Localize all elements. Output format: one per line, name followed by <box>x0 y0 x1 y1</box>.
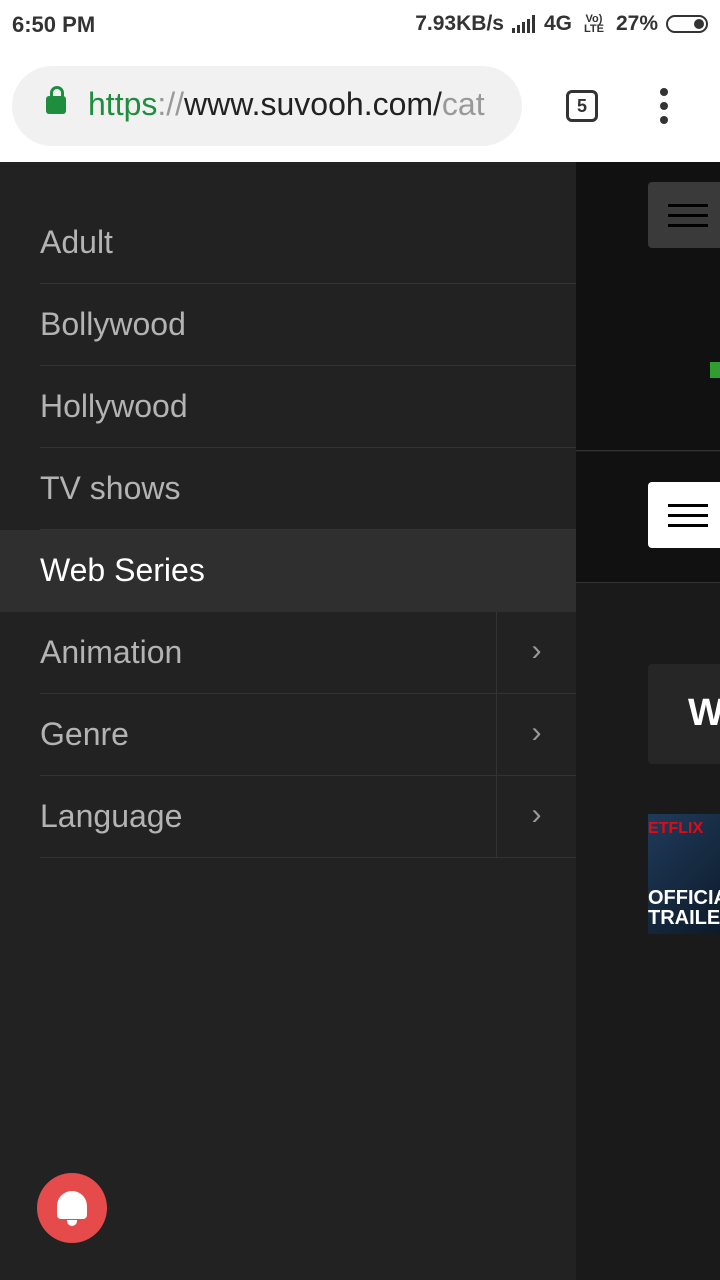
address-bar[interactable]: https://www.suvooh.com/cat <box>12 66 522 146</box>
menu-item-label: Genre <box>40 716 129 752</box>
thumb-brand: ETFLIX <box>648 820 704 837</box>
network-speed: 7.93KB/s <box>415 12 504 35</box>
status-bar: 6:50 PM 7.93KB/s 4G Vo) LTE 27% <box>0 0 720 52</box>
signal-icon <box>511 15 536 33</box>
menu-item-web-series[interactable]: Web Series <box>0 530 576 612</box>
chevron-right-icon[interactable]: › <box>496 694 576 776</box>
hamburger-icon[interactable] <box>648 482 720 548</box>
chevron-right-icon[interactable]: › <box>496 612 576 694</box>
menu-item-label: Adult <box>40 224 113 260</box>
menu-item-genre[interactable]: Genre › <box>0 694 576 776</box>
section-title-letter: W <box>688 692 720 734</box>
overflow-menu-icon[interactable] <box>658 88 670 128</box>
thumb-caption: OFFICIA TRAILE <box>648 887 720 929</box>
tab-switcher-icon[interactable]: 5 <box>566 90 598 122</box>
lock-icon[interactable] <box>46 86 66 114</box>
menu-divider <box>40 857 576 858</box>
drawer-menu: Adult Bollywood Hollywood TV shows Web Serie… <box>0 202 576 858</box>
menu-item-bollywood[interactable]: Bollywood <box>0 284 576 366</box>
video-thumbnail[interactable]: ETFLIX OFFICIA TRAILE <box>648 814 720 934</box>
menu-item-tv-shows[interactable]: TV shows <box>0 448 576 530</box>
menu-item-animation[interactable]: Animation › <box>0 612 576 694</box>
battery-level: 27% <box>615 12 658 35</box>
status-time: 6:50 PM <box>12 12 96 37</box>
browser-toolbar: https://www.suvooh.com/cat 5 <box>0 52 720 162</box>
status-right: 7.93KB/s 4G Vo) LTE 27% <box>415 12 708 36</box>
network-type: 4G <box>543 12 572 35</box>
notification-bell-icon[interactable] <box>40 1176 104 1240</box>
side-drawer: Adult Bollywood Hollywood TV shows Web Serie… <box>0 162 576 1280</box>
section-title-card: W <box>648 664 720 764</box>
hamburger-icon[interactable] <box>648 182 720 248</box>
battery-icon <box>666 15 708 33</box>
menu-item-label: TV shows <box>40 470 181 506</box>
logo-area <box>576 272 720 451</box>
url-text[interactable]: https://www.suvooh.com/cat <box>88 86 485 123</box>
menu-item-label: Hollywood <box>40 388 188 424</box>
logo-fragment <box>710 362 720 378</box>
menu-item-label: Bollywood <box>40 306 186 342</box>
volte-icon: Vo) LTE <box>583 13 604 35</box>
menu-item-label: Language <box>40 798 183 834</box>
menu-item-label: Web Series <box>40 552 205 588</box>
menu-item-adult[interactable]: Adult <box>0 202 576 284</box>
menu-item-language[interactable]: Language › <box>0 776 576 858</box>
page-background: W ETFLIX OFFICIA TRAILE <box>576 162 720 1280</box>
menu-item-hollywood[interactable]: Hollywood <box>0 366 576 448</box>
chevron-right-icon[interactable]: › <box>496 776 576 858</box>
menu-item-label: Animation <box>40 634 183 670</box>
